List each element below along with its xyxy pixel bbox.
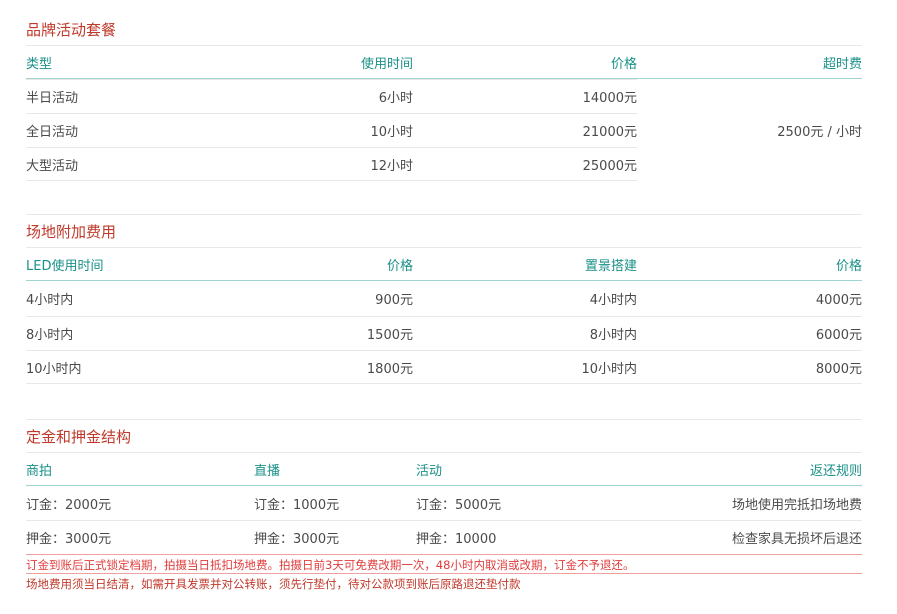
cell-refund-rule: 检查家具无损坏后退还 <box>731 532 862 547</box>
deposit-note: 订金到账后正式锁定档期，拍摄当日抵扣场地费。拍摄日前3天可免费改期一次，48小时… <box>26 554 862 574</box>
header-price: 价格 <box>610 56 637 72</box>
cell-set-time: 10小时内 <box>581 361 637 377</box>
header-duration: 使用时间 <box>360 56 413 72</box>
divider <box>26 214 862 215</box>
cell-set-time: 8小时内 <box>589 328 637 343</box>
cell-led-time: 10小时内 <box>26 361 82 377</box>
table-row: 押金：3000元 押金：3000元 押金：10000 检查家具无损坏后退还 <box>26 520 862 554</box>
deposit-section: 定金和押金结构 商拍 直播 活动 返还规则 订金：2000元 订金：1000元 … <box>26 422 862 594</box>
header-set-build: 置景搭建 <box>584 258 637 274</box>
header-type: 类型 <box>26 56 53 72</box>
table-header: 商拍 直播 活动 返还规则 <box>26 452 862 486</box>
cell-commercial: 押金：3000元 <box>26 532 112 547</box>
section-title: 场地附加费用 <box>26 223 117 241</box>
section-title: 定金和押金结构 <box>26 428 132 446</box>
header-refund-rule: 返还规则 <box>809 463 862 479</box>
header-commercial: 商拍 <box>26 463 53 479</box>
cell-type: 全日活动 <box>26 125 79 140</box>
extra-fees-section: 场地附加费用 LED使用时间 价格 置景搭建 价格 4小时内 900元 4小时内… <box>26 217 862 384</box>
cell-type: 半日活动 <box>26 91 79 106</box>
divider <box>26 419 862 420</box>
cell-led-price: 1500元 <box>366 328 413 343</box>
cell-led-price: 1800元 <box>366 361 413 377</box>
cell-set-price: 4000元 <box>815 293 862 308</box>
table-header: 类型 使用时间 价格 超时费 <box>26 45 862 79</box>
cell-refund-rule: 场地使用完抵扣场地费 <box>731 497 862 513</box>
brand-package-section: 品牌活动套餐 类型 使用时间 价格 超时费 半日活动 6小时 14000元 全日… <box>26 15 862 182</box>
table-row: 8小时内 1500元 8小时内 6000元 <box>26 316 862 350</box>
cell-duration: 10小时 <box>370 125 413 140</box>
cell-event: 订金：5000元 <box>416 497 502 513</box>
table-row: 4小时内 900元 4小时内 4000元 <box>26 281 862 316</box>
table-row: 10小时内 1800元 10小时内 8000元 <box>26 350 862 384</box>
header-overtime: 超时费 <box>822 56 862 72</box>
header-event: 活动 <box>416 463 443 479</box>
cell-led-price: 900元 <box>375 293 413 308</box>
cell-price: 21000元 <box>582 125 637 140</box>
header-set-price: 价格 <box>835 258 862 274</box>
cell-set-time: 4小时内 <box>589 293 637 308</box>
header-led-time: LED使用时间 <box>26 258 104 274</box>
overtime-cell: 2500元 / 小时 <box>637 79 862 182</box>
overtime-value: 2500元 / 小时 <box>777 125 862 140</box>
cell-event: 押金：10000 <box>416 532 497 547</box>
section-title: 品牌活动套餐 <box>26 21 117 39</box>
cell-set-price: 6000元 <box>815 328 862 343</box>
cell-led-time: 4小时内 <box>26 293 74 308</box>
cell-price: 25000元 <box>582 158 637 174</box>
table-row: 订金：2000元 订金：1000元 订金：5000元 场地使用完抵扣场地费 <box>26 486 862 520</box>
cell-type: 大型活动 <box>26 158 79 174</box>
table-header: LED使用时间 价格 置景搭建 价格 <box>26 247 862 281</box>
header-livestream: 直播 <box>254 463 281 479</box>
cell-commercial: 订金：2000元 <box>26 497 112 513</box>
cell-price: 14000元 <box>582 91 637 106</box>
cell-duration: 12小时 <box>370 158 413 174</box>
header-led-price: 价格 <box>386 258 413 274</box>
payment-note: 场地费用须当日结清，如需开具发票并对公转账，须先行垫付，待对公款项到账后原路退还… <box>26 577 521 591</box>
cell-led-time: 8小时内 <box>26 328 74 343</box>
cell-livestream: 押金：3000元 <box>254 532 340 547</box>
cell-duration: 6小时 <box>378 91 413 106</box>
cell-set-price: 8000元 <box>815 361 862 377</box>
cell-livestream: 订金：1000元 <box>254 497 340 513</box>
